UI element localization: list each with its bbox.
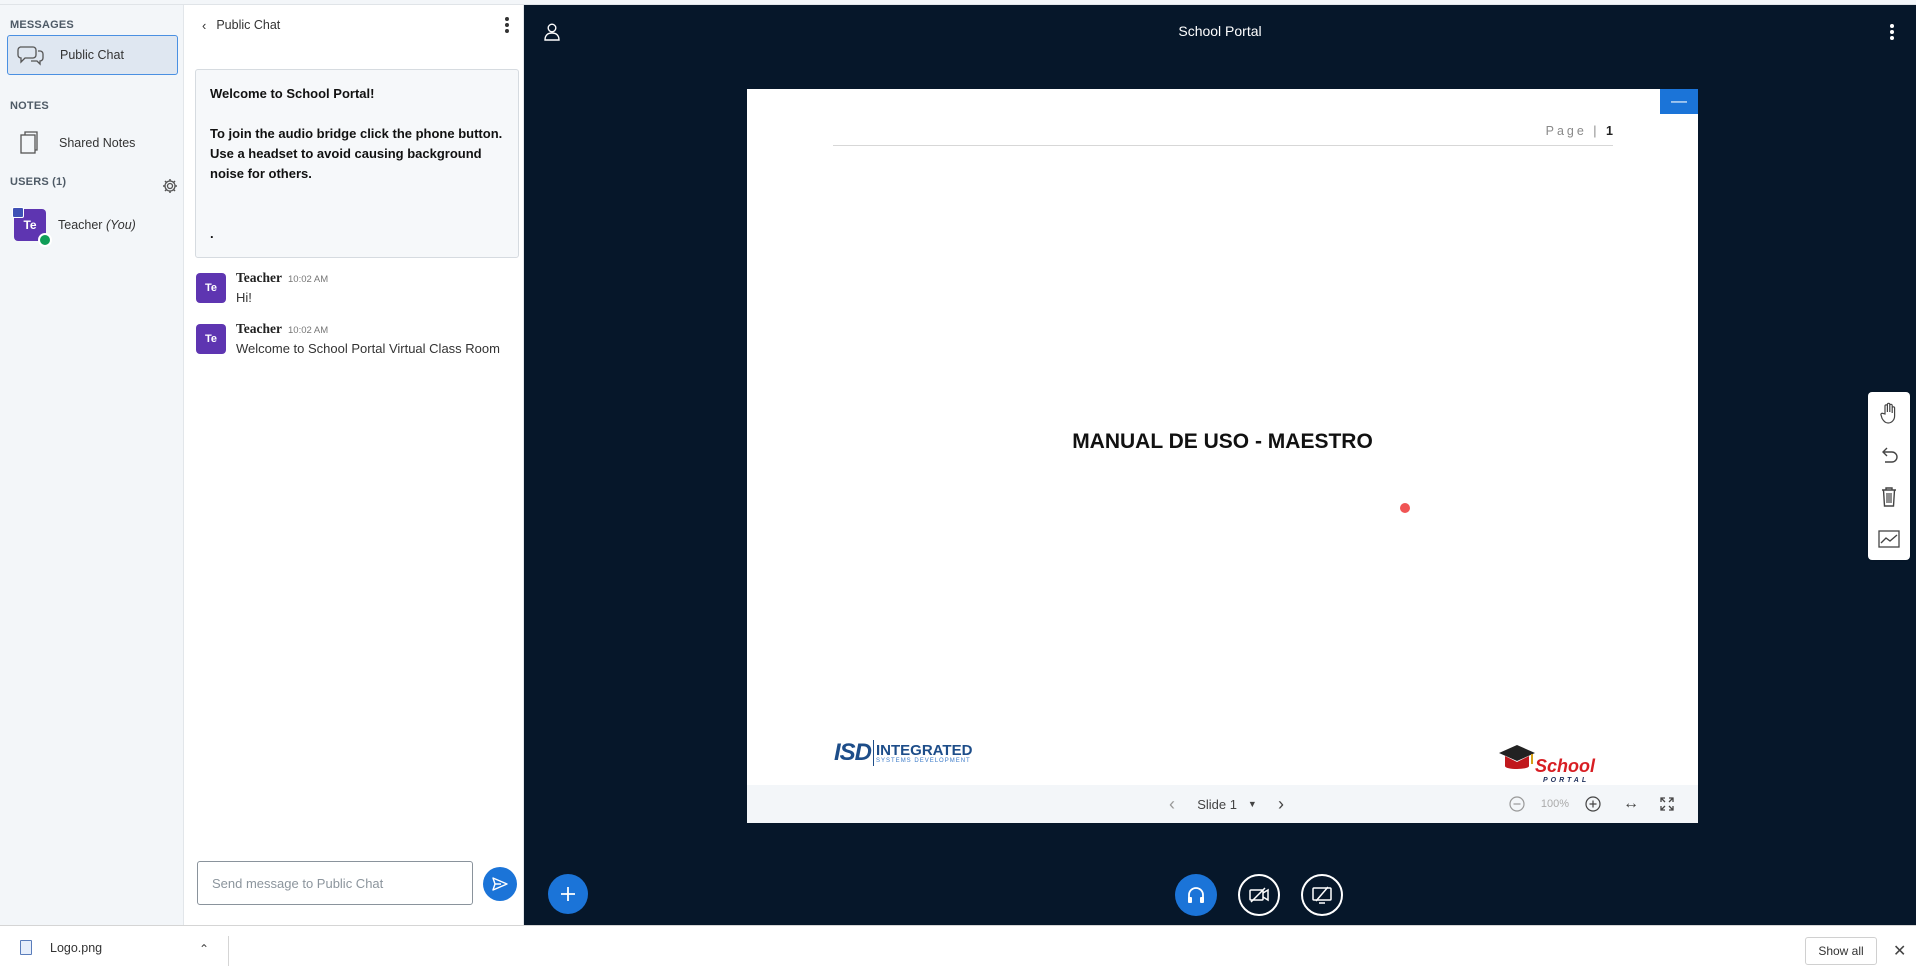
- welcome-line-3: .: [210, 226, 214, 241]
- gear-icon[interactable]: [162, 178, 178, 194]
- options-menu-icon[interactable]: [1890, 24, 1894, 40]
- chevron-up-icon[interactable]: ⌃: [199, 942, 209, 956]
- audio-button[interactable]: [1175, 874, 1217, 916]
- messages-section-title: MESSAGES: [10, 19, 74, 31]
- share-screen-button[interactable]: [1301, 874, 1343, 916]
- undo-icon[interactable]: [1868, 434, 1910, 476]
- public-chat-panel: ‹ Public Chat Welcome to School Portal! …: [184, 5, 524, 925]
- message-sender: Teacher: [236, 270, 282, 285]
- avatar: Te: [196, 273, 226, 303]
- page-label-text: Page |: [1545, 124, 1600, 138]
- download-file-name: Logo.png: [50, 940, 103, 955]
- chat-title: Public Chat: [216, 18, 281, 32]
- send-message-button[interactable]: [483, 867, 517, 901]
- chat-bubbles-icon: [16, 40, 46, 70]
- presentation-area: School Portal — Page | 1 MANUAL DE USO -…: [524, 5, 1916, 925]
- actions-button[interactable]: [548, 874, 588, 914]
- send-icon: [492, 877, 508, 891]
- chat-message: Te Teacher 10:02 AM Welcome to School Por…: [196, 320, 500, 356]
- sidebar-item-public-chat[interactable]: Public Chat: [7, 35, 178, 75]
- notes-icon: [15, 128, 45, 158]
- chevron-left-icon[interactable]: ‹: [202, 18, 206, 33]
- chat-header[interactable]: ‹ Public Chat: [202, 15, 512, 35]
- avatar-initials: Te: [23, 218, 37, 232]
- welcome-line-2: To join the audio bridge click the phone…: [210, 126, 503, 181]
- share-webcam-button[interactable]: [1238, 874, 1280, 916]
- slide-page-header: Page | 1: [833, 124, 1613, 146]
- fit-width-icon[interactable]: ↔: [1620, 785, 1642, 823]
- welcome-message: Welcome to School Portal! To join the au…: [195, 69, 519, 258]
- caret-down-icon: ▼: [1247, 799, 1257, 809]
- zoom-in-icon[interactable]: [1583, 785, 1603, 823]
- svg-text:School: School: [1535, 756, 1596, 776]
- isd-logo-name: INTEGRATED: [876, 741, 973, 759]
- message-time: 10:02 AM: [288, 274, 329, 285]
- page-label: Page | 1: [1546, 124, 1613, 138]
- notes-section-title: NOTES: [10, 100, 49, 112]
- moderator-badge-icon: [38, 233, 52, 247]
- svg-text:PORTAL: PORTAL: [1543, 777, 1589, 784]
- previous-slide-icon[interactable]: ‹: [1162, 785, 1182, 823]
- user-you-label: (You): [105, 218, 136, 232]
- whiteboard-toolbar: [1868, 392, 1910, 560]
- user-list-item-teacher[interactable]: Te Teacher (You): [12, 207, 136, 247]
- presentation-toolbar: ‹ Slide 1 ▼ › 100% ↔: [747, 785, 1698, 823]
- downloads-bar: Logo.png ⌃ Show all ✕: [0, 925, 1916, 975]
- plus-icon: [561, 887, 575, 901]
- video-off-icon: [1249, 887, 1269, 903]
- download-item[interactable]: Logo.png: [20, 940, 102, 955]
- next-slide-icon[interactable]: ›: [1271, 785, 1291, 823]
- user-name: Teacher (You): [58, 218, 136, 232]
- shared-notes-label: Shared Notes: [59, 136, 136, 150]
- fullscreen-icon[interactable]: [1657, 785, 1677, 823]
- user-list-panel: MESSAGES Public Chat NOTES Shared Notes …: [0, 5, 184, 925]
- multi-user-whiteboard-icon[interactable]: [1868, 518, 1910, 560]
- school-portal-logo: School PORTAL: [1495, 739, 1605, 787]
- presenter-badge-icon: [12, 207, 24, 218]
- screenshare-off-icon: [1312, 886, 1332, 904]
- presenter-pointer: [1400, 503, 1410, 513]
- headphones-icon: [1188, 887, 1204, 903]
- presentation-slide[interactable]: — Page | 1 MANUAL DE USO - MAESTRO ISD I…: [747, 89, 1698, 823]
- chat-message-input[interactable]: Send message to Public Chat: [197, 861, 473, 905]
- close-icon[interactable]: ✕: [1893, 941, 1906, 961]
- slide-select-label: Slide 1: [1197, 796, 1237, 812]
- slide-title: MANUAL DE USO - MAESTRO: [1072, 430, 1373, 453]
- image-file-icon: [20, 940, 32, 955]
- zoom-out-icon[interactable]: [1507, 785, 1527, 823]
- message-text: Welcome to School Portal Virtual Class R…: [236, 341, 500, 356]
- hand-tool-icon[interactable]: [1868, 392, 1910, 434]
- isd-logo: ISD INTEGRATED SYSTEMS DEVELOPMENT: [834, 739, 972, 767]
- show-all-button[interactable]: Show all: [1805, 937, 1877, 965]
- user-name-text: Teacher: [58, 218, 103, 232]
- welcome-line-1: Welcome to School Portal!: [210, 86, 375, 101]
- avatar: Te: [196, 324, 226, 354]
- message-time: 10:02 AM: [288, 325, 329, 336]
- slide-select[interactable]: Slide 1 ▼: [1187, 785, 1267, 823]
- isd-logo-text: ISD: [834, 739, 872, 766]
- trash-icon[interactable]: [1868, 476, 1910, 518]
- avatar: Te: [12, 207, 52, 247]
- meeting-title: School Portal: [1178, 23, 1262, 39]
- minimize-presentation-button[interactable]: —: [1660, 89, 1698, 114]
- page-number: 1: [1606, 124, 1613, 138]
- chat-message: Te Teacher 10:02 AM Hi!: [196, 269, 328, 305]
- public-chat-label: Public Chat: [60, 48, 124, 62]
- message-sender: Teacher: [236, 321, 282, 336]
- message-text: Hi!: [236, 290, 252, 305]
- chat-options-icon[interactable]: [505, 17, 509, 33]
- zoom-value: 100%: [1540, 798, 1570, 810]
- sidebar-item-shared-notes[interactable]: Shared Notes: [7, 123, 178, 163]
- isd-logo-sub: SYSTEMS DEVELOPMENT: [876, 757, 971, 764]
- users-section-title: USERS (1): [10, 176, 67, 188]
